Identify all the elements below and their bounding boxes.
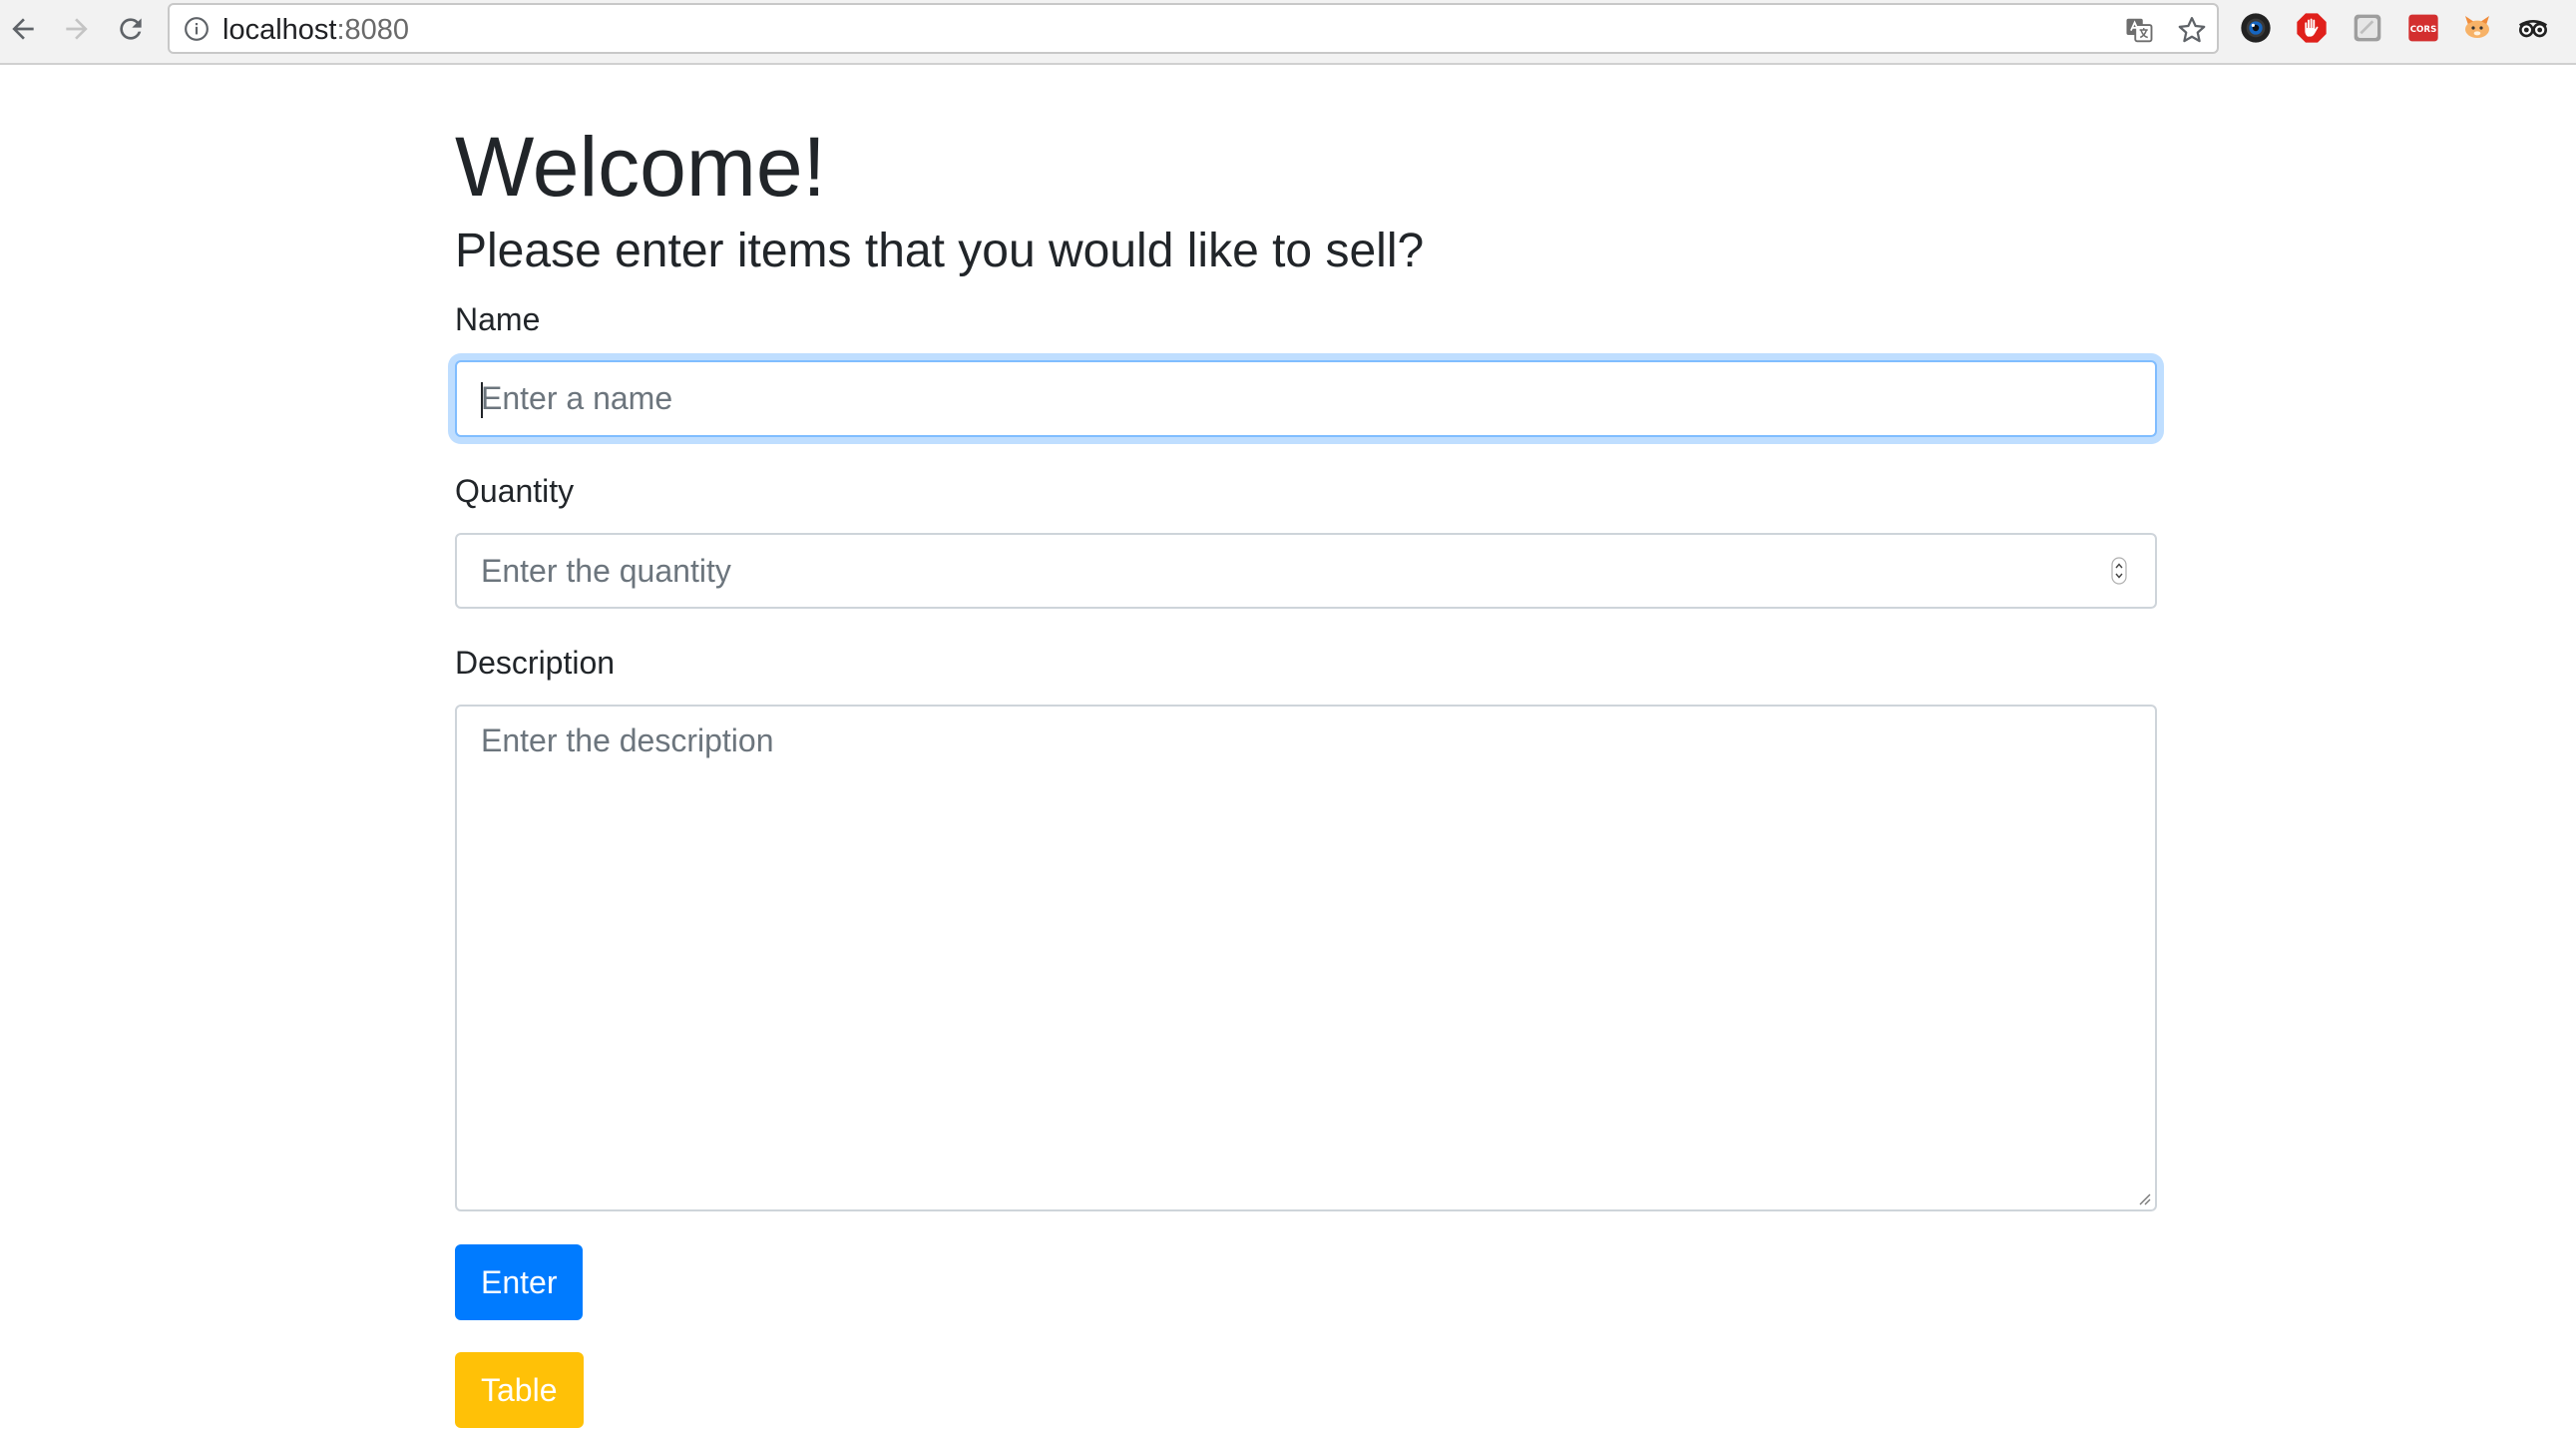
info-icon[interactable] <box>184 16 210 42</box>
adblock-extension-icon[interactable] <box>2295 11 2329 45</box>
back-button[interactable] <box>0 6 46 52</box>
bookmark-star-icon[interactable] <box>2176 14 2208 46</box>
reload-icon <box>120 18 142 40</box>
url-text: localhost:8080 <box>222 15 409 45</box>
table-button[interactable]: Table <box>455 1352 584 1428</box>
resize-grip-icon[interactable] <box>2137 1192 2151 1205</box>
text-caret <box>481 382 483 418</box>
url-host: localhost <box>222 14 337 46</box>
fox-extension-icon[interactable] <box>2460 11 2494 45</box>
number-spinner-icon[interactable] <box>2111 557 2127 585</box>
description-label: Description <box>455 645 616 681</box>
quantity-label: Quantity <box>455 473 575 509</box>
translate-icon[interactable] <box>2123 14 2155 46</box>
cors-extension-icon[interactable]: CORS <box>2406 11 2440 45</box>
page-title: Welcome! <box>455 120 826 214</box>
camera-extension-icon[interactable] <box>2239 11 2273 45</box>
tripadvisor-extension-icon[interactable] <box>2516 11 2550 45</box>
enter-button[interactable]: Enter <box>455 1244 584 1320</box>
name-input[interactable] <box>455 360 2157 437</box>
forward-button[interactable] <box>54 6 100 52</box>
url-port: :8080 <box>336 14 410 46</box>
browser-toolbar: localhost:8080 CORS <box>0 0 2576 65</box>
svg-text:CORS: CORS <box>2410 25 2437 35</box>
page-subtitle: Please enter items that you would like t… <box>455 225 1425 277</box>
description-textarea[interactable] <box>455 705 2157 1211</box>
reload-button[interactable] <box>108 6 154 52</box>
address-bar[interactable]: localhost:8080 <box>168 3 2219 54</box>
name-label: Name <box>455 301 541 337</box>
extension-icon[interactable] <box>2351 11 2384 45</box>
quantity-input[interactable] <box>455 533 2157 609</box>
quantity-field-wrapper <box>455 533 2157 609</box>
description-field-wrapper <box>455 705 2157 1211</box>
forward-arrow-icon <box>66 18 88 40</box>
back-arrow-icon <box>12 18 34 40</box>
name-field-wrapper <box>455 360 2157 437</box>
